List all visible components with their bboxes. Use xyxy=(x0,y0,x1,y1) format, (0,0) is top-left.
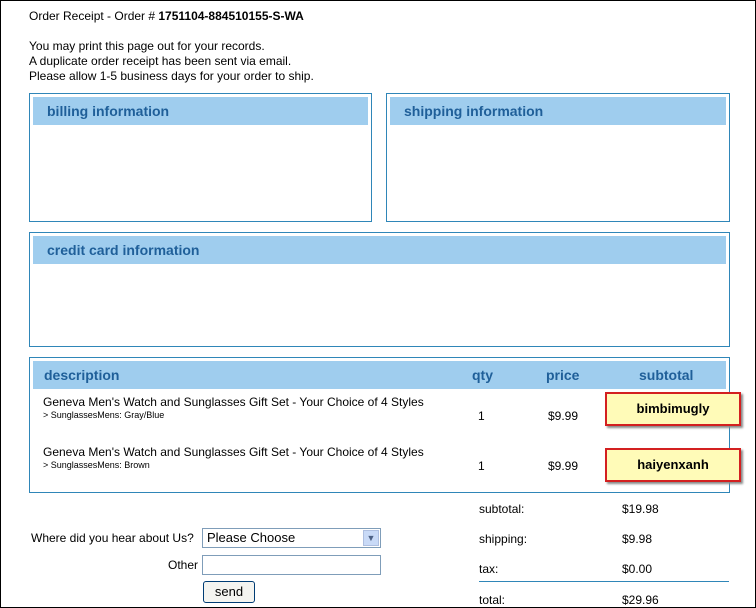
total-value: $29.96 xyxy=(622,593,659,607)
credit-card-panel: credit card information xyxy=(29,232,730,347)
send-button[interactable]: send xyxy=(203,581,255,603)
shipping-header: shipping information xyxy=(390,97,726,125)
receipt-title-prefix: Order Receipt - Order # xyxy=(29,9,159,23)
col-subtotal: subtotal xyxy=(639,367,694,383)
col-qty: qty xyxy=(472,367,493,383)
referral-question: Where did you hear about Us? xyxy=(31,531,194,545)
item-option: > SunglassesMens: Brown xyxy=(43,460,150,470)
tax-value: $0.00 xyxy=(622,562,653,576)
order-number: 1751104-884510155-S-WA xyxy=(158,9,304,23)
col-price: price xyxy=(546,367,580,383)
sticky-note: bimbimugly xyxy=(605,392,741,426)
subtotal-value: $19.98 xyxy=(622,502,659,516)
item-qty: 1 xyxy=(478,409,485,423)
total-label: total: xyxy=(479,593,506,607)
col-description: description xyxy=(44,367,120,383)
shipping-label: shipping: xyxy=(479,532,528,546)
item-qty: 1 xyxy=(478,459,485,473)
items-header-row xyxy=(33,361,726,389)
billing-header: billing information xyxy=(33,97,368,125)
billing-panel: billing information xyxy=(29,93,372,222)
receipt-note: You may print this page out for your rec… xyxy=(29,39,265,53)
chevron-down-icon[interactable]: ▼ xyxy=(363,530,379,546)
shipping-value: $9.98 xyxy=(622,532,653,546)
other-input[interactable] xyxy=(202,555,381,575)
receipt-title: Order Receipt - Order # 1751104-88451015… xyxy=(29,9,304,23)
totals-divider xyxy=(479,581,729,582)
item-price: $9.99 xyxy=(548,409,579,423)
receipt-notes: You may print this page out for your rec… xyxy=(29,39,314,84)
subtotal-label: subtotal: xyxy=(479,502,525,516)
shipping-panel: shipping information xyxy=(386,93,730,222)
item-price: $9.99 xyxy=(548,459,579,473)
item-title: Geneva Men's Watch and Sunglasses Gift S… xyxy=(43,395,424,409)
tax-label: tax: xyxy=(479,562,499,576)
referral-select-value: Please Choose xyxy=(207,530,296,545)
item-option: > SunglassesMens: Gray/Blue xyxy=(43,410,165,420)
sticky-note: haiyenxanh xyxy=(605,448,741,482)
credit-card-header: credit card information xyxy=(33,236,726,264)
referral-select[interactable]: Please Choose ▼ xyxy=(202,528,381,548)
other-label: Other xyxy=(168,558,199,572)
item-title: Geneva Men's Watch and Sunglasses Gift S… xyxy=(43,445,424,459)
receipt-note: A duplicate order receipt has been sent … xyxy=(29,54,292,68)
receipt-note: Please allow 1-5 business days for your … xyxy=(29,69,314,83)
